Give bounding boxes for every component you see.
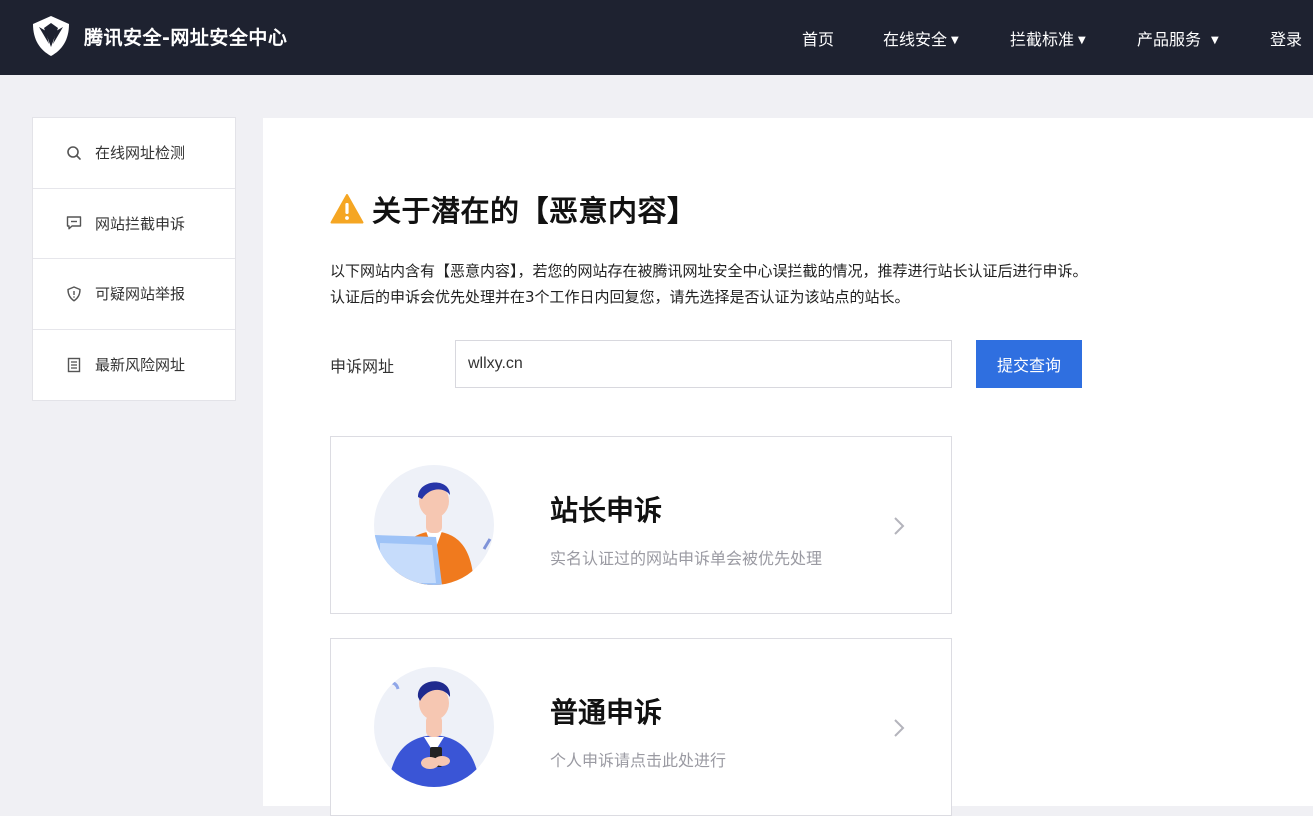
card-title: 站长申诉 [550, 494, 663, 527]
nav-login[interactable]: 登录 [1270, 26, 1302, 50]
sidebar-item-label: 在线网址检测 [95, 144, 186, 163]
page-title: 关于潜在的【恶意内容】 [330, 188, 697, 230]
search-icon [67, 145, 81, 160]
nav-block-standards[interactable]: 拦截标准 ▼ [1010, 26, 1086, 50]
main-content: 关于潜在的【恶意内容】 以下网站内含有【恶意内容】，若您的网站存在被腾讯网址安全… [263, 118, 1313, 816]
caret-down-icon: ▼ [951, 35, 959, 46]
sidebar-item-risk-urls[interactable]: 最新风险网址 [33, 330, 235, 401]
description-line: 以下网站内含有【恶意内容】，若您的网站存在被腾讯网址安全中心误拦截的情况，推荐进… [330, 262, 1088, 280]
caret-down-icon: ▼ [1211, 35, 1219, 46]
nav-home[interactable]: 首页 [802, 26, 834, 50]
top-navigation-bar: 腾讯安全-网址安全中心 首页 在线安全 ▼ 拦截标准 ▼ 产品服务 ▼ 登录 [0, 0, 1313, 75]
chevron-right-icon [894, 517, 905, 535]
card-subtitle: 实名认证过的网站申诉单会被优先处理 [550, 549, 823, 568]
general-appeal-card[interactable]: 普通申诉 个人申诉请点击此处进行 [330, 638, 952, 816]
sidebar: 在线网址检测 网站拦截申诉 可疑网站举报 最新风险网址 [32, 117, 236, 401]
shield-icon [67, 286, 81, 302]
nav-block-standards-label: 拦截标准 [1010, 30, 1075, 49]
sidebar-item-url-check[interactable]: 在线网址检测 [33, 118, 235, 189]
card-title: 普通申诉 [550, 696, 663, 729]
brand-title: 腾讯安全-网址安全中心 [84, 26, 288, 49]
card-subtitle: 个人申诉请点击此处进行 [550, 751, 727, 770]
appeal-url-label: 申诉网址 [330, 357, 395, 376]
nav-products-label: 产品服务 [1137, 30, 1202, 49]
personal-avatar-illustration [374, 667, 494, 787]
sidebar-item-label: 可疑网站举报 [95, 285, 186, 304]
nav-home-label: 首页 [802, 30, 835, 49]
sidebar-item-block-appeal[interactable]: 网站拦截申诉 [33, 189, 235, 259]
chat-icon [66, 216, 82, 230]
document-icon [67, 357, 81, 372]
nav-online-security[interactable]: 在线安全 ▼ [883, 26, 959, 50]
sidebar-item-label: 网站拦截申诉 [95, 214, 186, 233]
page-title-text: 关于潜在的【恶意内容】 [372, 194, 697, 228]
sidebar-item-label: 最新风险网址 [95, 356, 186, 375]
warning-icon [330, 194, 364, 224]
appeal-url-input[interactable] [455, 340, 952, 388]
nav-online-security-label: 在线安全 [883, 30, 948, 49]
tencent-security-logo-icon [33, 16, 69, 56]
nav-login-label: 登录 [1270, 30, 1303, 49]
brand[interactable]: 腾讯安全-网址安全中心 [30, 14, 287, 58]
nav-products[interactable]: 产品服务 ▼ [1137, 26, 1219, 50]
webmaster-appeal-card[interactable]: 站长申诉 实名认证过的网站申诉单会被优先处理 [330, 436, 952, 614]
caret-down-icon: ▼ [1078, 35, 1086, 46]
sidebar-item-report-site[interactable]: 可疑网站举报 [33, 259, 235, 330]
chevron-right-icon [894, 719, 905, 737]
webmaster-avatar-illustration [374, 465, 494, 585]
submit-query-button[interactable]: 提交查询 [976, 340, 1082, 388]
description-line: 认证后的申诉会优先处理并在3个工作日内回复您，请先选择是否认证为该站点的站长。 [330, 288, 910, 306]
description: 以下网站内含有【恶意内容】，若您的网站存在被腾讯网址安全中心误拦截的情况，推荐进… [330, 258, 1230, 310]
